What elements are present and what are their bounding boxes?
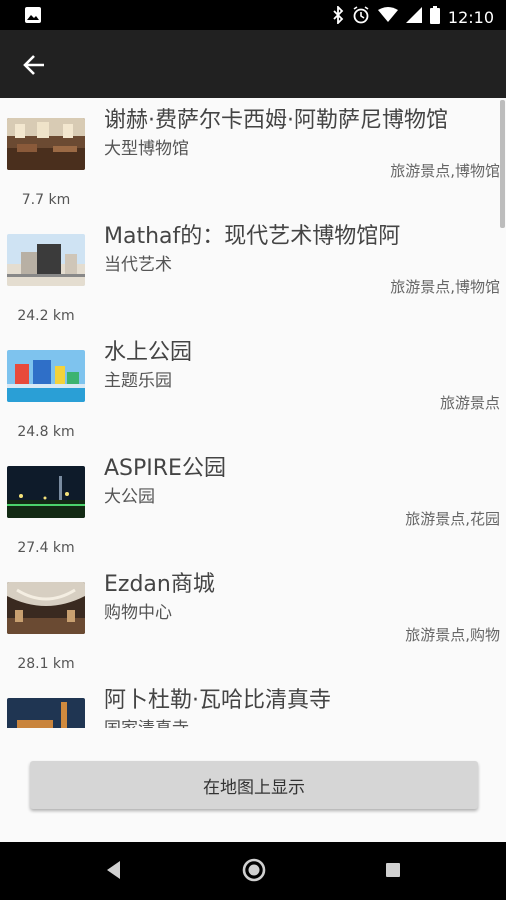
place-thumbnail (7, 466, 85, 518)
back-button[interactable] (18, 48, 52, 82)
clock-time: 12:10 (447, 7, 494, 27)
list-item[interactable]: ASPIRE公园 大公园 旅游景点,花园 27.4 km (0, 446, 506, 563)
place-name: Mathaf的：现代艺术博物馆阿 (104, 224, 401, 249)
list-item[interactable]: 谢赫·费萨尔卡西姆·阿勒萨尼博物馆 大型博物馆 旅游景点,博物馆 7.7 km (0, 98, 506, 215)
alarm-icon (352, 6, 370, 28)
system-nav-bar (0, 842, 506, 900)
nav-home-button[interactable] (241, 857, 267, 887)
list-item[interactable]: Mathaf的：现代艺术博物馆阿 当代艺术 旅游景点,博物馆 24.2 km (0, 214, 506, 331)
status-bar: 12:10 (0, 0, 506, 30)
battery-icon (429, 6, 440, 28)
show-on-map-button[interactable]: 在地图上显示 (30, 761, 478, 809)
place-name: 水上公园 (104, 340, 193, 365)
nav-recents-button[interactable] (384, 861, 402, 883)
arrow-back-icon (18, 55, 52, 86)
place-distance: 27.4 km (17, 540, 75, 556)
wifi-icon (377, 7, 398, 27)
place-category: 国家清真寺 (104, 714, 189, 728)
place-tags: 旅游景点,花园 (405, 510, 500, 528)
place-name: Ezdan商城 (104, 572, 215, 597)
place-distance: 28.1 km (17, 656, 75, 672)
places-list[interactable]: 谢赫·费萨尔卡西姆·阿勒萨尼博物馆 大型博物馆 旅游景点,博物馆 7.7 km … (0, 98, 506, 728)
place-tags: 旅游景点,博物馆 (390, 162, 500, 180)
app-bar (0, 30, 506, 98)
place-thumbnail (7, 234, 85, 286)
place-category: 购物中心 (104, 603, 172, 623)
place-distance: 24.2 km (17, 308, 75, 324)
place-category: 当代艺术 (104, 255, 172, 275)
place-distance: 24.8 km (17, 424, 75, 440)
place-distance: 7.7 km (21, 192, 71, 208)
list-item[interactable]: Ezdan商城 购物中心 旅游景点,购物 28.1 km (0, 562, 506, 679)
signal-icon (405, 7, 422, 27)
back-triangle-icon (104, 861, 124, 885)
place-thumbnail (7, 118, 85, 170)
home-circle-icon (241, 858, 267, 887)
place-category: 主题乐园 (104, 371, 172, 391)
place-thumbnail (7, 350, 85, 402)
footer: 在地图上显示 (0, 728, 506, 842)
place-tags: 旅游景点,购物 (405, 626, 500, 644)
bluetooth-icon (332, 4, 344, 28)
nav-back-button[interactable] (104, 859, 124, 885)
list-item[interactable]: 水上公园 主题乐园 旅游景点 24.8 km (0, 330, 506, 447)
place-name: 谢赫·费萨尔卡西姆·阿勒萨尼博物馆 (104, 108, 448, 133)
place-category: 大型博物馆 (104, 139, 189, 159)
recents-square-icon (384, 863, 402, 883)
place-tags: 旅游景点 (439, 394, 500, 412)
place-thumbnail (7, 698, 85, 728)
place-name: 阿卜杜勒·瓦哈比清真寺 (104, 688, 331, 713)
list-item[interactable]: 阿卜杜勒·瓦哈比清真寺 国家清真寺 (0, 678, 506, 728)
place-category: 大公园 (104, 487, 155, 507)
image-icon (24, 6, 42, 28)
place-thumbnail (7, 582, 85, 634)
place-tags: 旅游景点,博物馆 (390, 278, 500, 296)
list-scrollbar[interactable] (500, 100, 505, 228)
place-name: ASPIRE公园 (104, 456, 226, 481)
